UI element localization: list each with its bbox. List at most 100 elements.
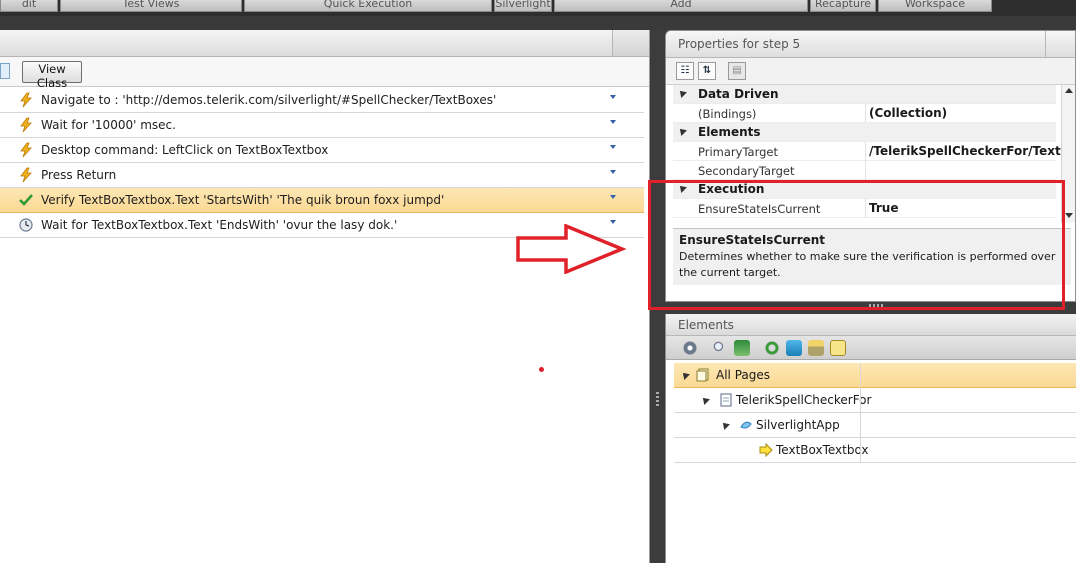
tree-label: SilverlightApp	[756, 418, 840, 432]
step-dropdown-icon[interactable]	[610, 170, 616, 174]
steps-list: Navigate to : 'http://demos.telerik.com/…	[0, 88, 644, 238]
settings-gear-icon[interactable]	[682, 340, 698, 356]
clock-icon	[18, 217, 34, 233]
view-class-button[interactable]: View Class	[22, 61, 82, 90]
ribbon-tab-add[interactable]: Add	[554, 0, 808, 12]
lightning-icon	[18, 92, 34, 108]
find-magnifier-icon[interactable]	[712, 340, 728, 356]
red-arrow-icon	[516, 224, 627, 274]
property-name: SecondaryTarget	[698, 164, 795, 178]
property-category[interactable]: Data Driven	[673, 85, 1056, 104]
property-category[interactable]: Execution	[673, 180, 1056, 199]
tree-row[interactable]: TelerikSpellCheckerFor	[674, 388, 1076, 413]
step-dropdown-icon[interactable]	[610, 120, 616, 124]
property-row[interactable]: PrimaryTarget/TelerikSpellCheckerFor/Tex…	[673, 142, 1075, 161]
property-grid: Data Driven (Bindings) (Collection) Element…	[673, 85, 1075, 218]
tree-expand-icon[interactable]	[720, 420, 730, 430]
lightning-icon	[18, 167, 34, 183]
tree-row[interactable]: SilverlightApp	[674, 413, 1076, 438]
properties-title: Properties for step 5	[666, 31, 1075, 58]
ribbon-tab-silverlight[interactable]: Silverlight	[494, 0, 552, 12]
property-name: EnsureStateIsCurrent	[698, 202, 821, 216]
steps-panel-header-button[interactable]	[612, 30, 649, 56]
scroll-up-icon[interactable]	[1065, 88, 1073, 93]
pages-icon	[696, 368, 710, 382]
property-row[interactable]: SecondaryTarget	[673, 161, 1056, 180]
ribbon-tab-recapture[interactable]: Recapture	[810, 0, 876, 12]
property-pages-icon[interactable]: ▤	[728, 62, 746, 80]
properties-title-text: Properties for step 5	[678, 37, 801, 51]
category-name: Elements	[698, 125, 761, 139]
step-dropdown-icon[interactable]	[610, 145, 616, 149]
dock-layout-icon[interactable]	[808, 340, 824, 356]
scroll-down-icon[interactable]	[1065, 213, 1073, 218]
property-row[interactable]: (Bindings) (Collection)	[673, 104, 1056, 123]
categorized-view-icon[interactable]: ☷	[676, 62, 694, 80]
ribbon-tab-test-views[interactable]: Test Views	[60, 0, 242, 12]
property-category[interactable]: Elements	[673, 123, 1056, 142]
property-value[interactable]: (Collection)	[869, 106, 947, 120]
splitter-grip-icon[interactable]	[656, 392, 659, 406]
property-value[interactable]: True	[869, 201, 898, 215]
filter-elements-icon[interactable]	[734, 340, 750, 356]
properties-panel: Properties for step 5 ☷ ⇅ ▤ Data Driven (…	[665, 30, 1076, 302]
ribbon: dit Test Views Quick Execution Silverlig…	[0, 0, 1076, 16]
property-name: (Bindings)	[698, 107, 757, 121]
step-row[interactable]: Wait for '10000' msec.	[0, 113, 644, 138]
description-title: EnsureStateIsCurrent	[679, 233, 826, 247]
highlight-element-icon[interactable]	[786, 340, 802, 356]
tree-column-divider	[860, 413, 861, 438]
step-dropdown-icon[interactable]	[610, 95, 616, 99]
steps-toolbar: View Class	[0, 57, 649, 90]
copy-element-icon[interactable]	[830, 340, 846, 356]
tree-row[interactable]: All Pages	[674, 363, 1076, 388]
collapse-arrow-icon[interactable]	[677, 88, 687, 98]
category-name: Data Driven	[698, 87, 779, 101]
step-text: Desktop command: LeftClick on TextBoxTex…	[41, 143, 329, 157]
page-icon	[719, 393, 733, 407]
silverlight-icon	[739, 418, 753, 432]
elements-panel: Elements All Pages TelerikSpellCheckerFor…	[665, 314, 1076, 563]
ribbon-tab-workspace[interactable]: Workspace	[878, 0, 992, 12]
steps-panel-header	[0, 30, 649, 57]
tree-expand-icon[interactable]	[700, 395, 710, 405]
toolbar-clip-icon[interactable]	[0, 63, 10, 79]
alphabetical-sort-icon[interactable]: ⇅	[698, 62, 716, 80]
step-text: Wait for '10000' msec.	[41, 118, 176, 132]
property-description: EnsureStateIsCurrent Determines whether …	[673, 228, 1071, 285]
step-row[interactable]: Verify TextBoxTextbox.Text 'StartsWith' …	[0, 188, 644, 213]
lightning-icon	[18, 142, 34, 158]
grid-divider	[865, 104, 866, 123]
tree-column-divider	[860, 363, 861, 388]
vertical-splitter[interactable]	[651, 30, 664, 563]
elements-toolbar	[666, 336, 1076, 360]
grid-divider	[865, 199, 866, 218]
step-row[interactable]: Navigate to : 'http://demos.telerik.com/…	[0, 88, 644, 113]
step-text: Verify TextBoxTextbox.Text 'StartsWith' …	[41, 193, 445, 207]
tree-label: TextBoxTextbox	[776, 443, 869, 457]
red-dot-mark	[539, 367, 544, 372]
collapse-arrow-icon[interactable]	[677, 126, 687, 136]
step-dropdown-icon[interactable]	[610, 195, 616, 199]
horizontal-splitter[interactable]	[665, 302, 1076, 314]
lightning-icon	[18, 117, 34, 133]
hsplitter-grip-icon[interactable]	[869, 304, 883, 307]
tree-expand-icon[interactable]	[680, 370, 690, 380]
step-row[interactable]: Press Return	[0, 163, 644, 188]
step-row[interactable]: Desktop command: LeftClick on TextBoxTex…	[0, 138, 644, 163]
step-text: Wait for TextBoxTextbox.Text 'EndsWith' …	[41, 218, 398, 232]
properties-header-button[interactable]	[1045, 31, 1075, 57]
refresh-icon[interactable]	[764, 340, 780, 356]
grid-divider	[865, 142, 866, 161]
ribbon-tab-quick-execution[interactable]: Quick Execution	[244, 0, 492, 12]
tree-label: TelerikSpellCheckerFor	[736, 393, 872, 407]
element-arrow-icon	[759, 442, 773, 458]
property-row[interactable]: EnsureStateIsCurrent True	[673, 199, 1056, 218]
tree-row[interactable]: TextBoxTextbox	[674, 438, 1076, 463]
tree-label: All Pages	[716, 368, 770, 382]
property-grid-scrollbar[interactable]	[1061, 85, 1075, 223]
ribbon-tab-edit[interactable]: dit	[0, 0, 58, 12]
description-text: Determines whether to make sure the veri…	[679, 250, 1056, 279]
property-value[interactable]: /TelerikSpellCheckerFor/TextBoxT	[869, 144, 1075, 158]
collapse-arrow-icon[interactable]	[677, 183, 687, 193]
